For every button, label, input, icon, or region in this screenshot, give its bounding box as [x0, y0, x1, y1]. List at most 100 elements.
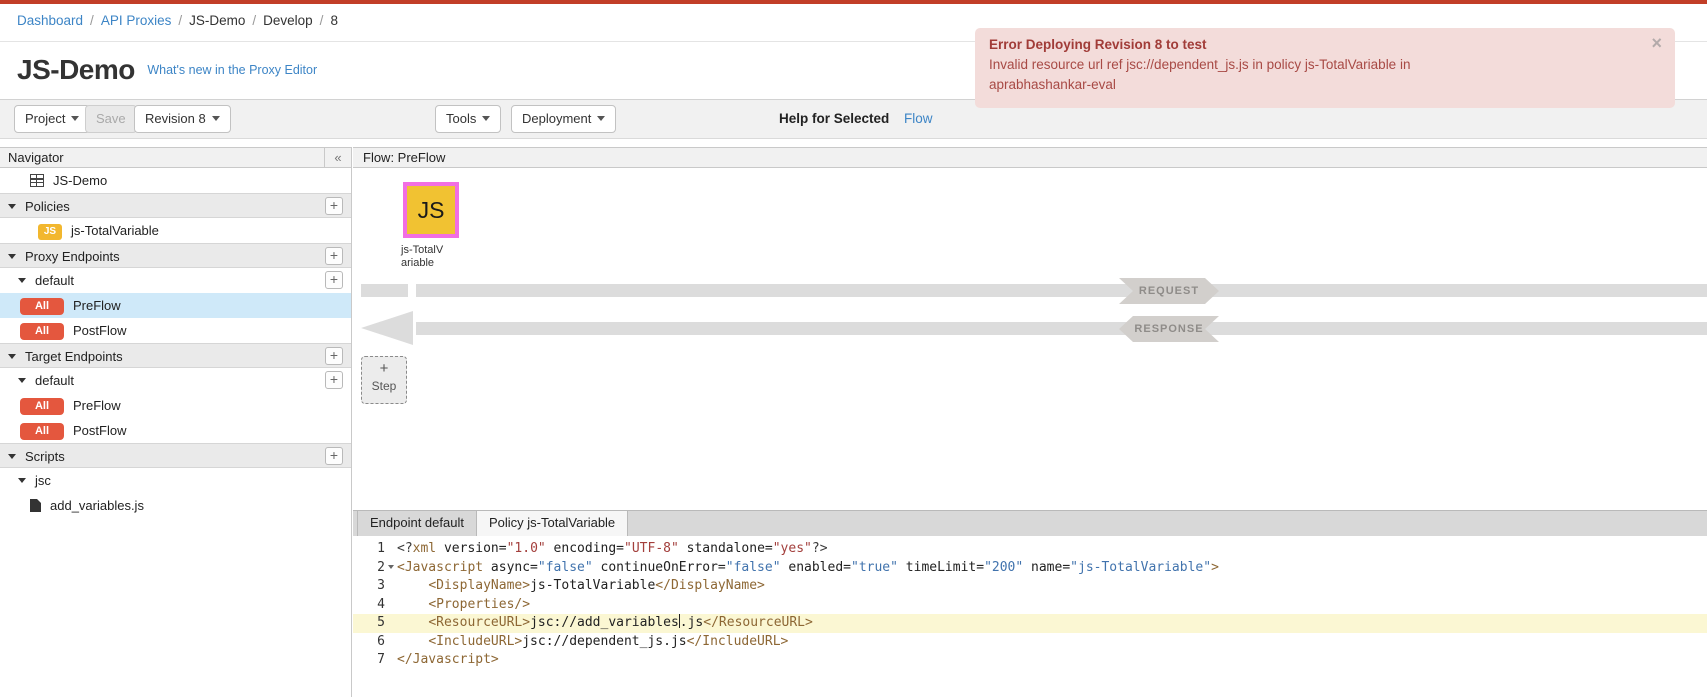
chevron-down-icon: [212, 116, 220, 121]
grid-icon: [30, 174, 44, 187]
sidebar-item-policies[interactable]: Policies +: [0, 193, 351, 218]
sidebar-item-jsc[interactable]: jsc: [0, 468, 351, 493]
code-token: name=: [1023, 560, 1070, 575]
code-token: "1.0": [507, 541, 546, 556]
project-button[interactable]: Project: [14, 105, 90, 133]
code-token: <?: [397, 541, 413, 556]
code-line[interactable]: 3 <DisplayName>js-TotalVariable</Display…: [353, 577, 1707, 596]
sidebar-item-add-variables-js[interactable]: add_variables.js: [0, 493, 351, 518]
fold-arrow-icon[interactable]: [388, 565, 394, 569]
response-label-badge: RESPONSE: [1119, 316, 1219, 342]
plus-icon: +: [362, 357, 406, 378]
code-token: timeLimit=: [898, 560, 984, 575]
sidebar-item-js-demo[interactable]: JS-Demo: [0, 168, 351, 193]
add-button[interactable]: +: [325, 197, 343, 215]
sidebar-item-label: PostFlow: [73, 323, 126, 338]
project-button-label: Project: [25, 111, 65, 126]
sidebar-item-proxy-endpoints[interactable]: Proxy Endpoints+: [0, 243, 351, 268]
code-editor[interactable]: 1<?xml version="1.0" encoding="UTF-8" st…: [353, 536, 1707, 697]
tab-policy-js-totalvariable[interactable]: Policy js-TotalVariable: [477, 511, 628, 536]
save-button[interactable]: Save: [85, 105, 137, 133]
code-token: continueOnError=: [593, 560, 726, 575]
code-token: "200": [984, 560, 1023, 575]
policy-node-js-totalvariable[interactable]: JS: [403, 182, 459, 238]
add-button[interactable]: +: [325, 371, 343, 389]
sidebar-item-scripts[interactable]: Scripts +: [0, 443, 351, 468]
code-token: version=: [436, 541, 506, 556]
policy-node-label: js-TotalV ariable: [401, 244, 465, 270]
request-label-badge: REQUEST: [1119, 278, 1219, 304]
line-number: 6: [359, 633, 385, 652]
deployment-button[interactable]: Deployment: [511, 105, 616, 133]
all-condition-badge: All: [20, 323, 64, 340]
sidebar-item-label: add_variables.js: [50, 498, 144, 513]
triangle-down-icon: [18, 278, 26, 283]
code-token: </DisplayName>: [655, 578, 765, 593]
chevron-down-icon: [71, 116, 79, 121]
code-line[interactable]: 2<Javascript async="false" continueOnErr…: [353, 559, 1707, 578]
code-token: [397, 615, 428, 630]
code-line[interactable]: 6 <IncludeURL>jsc://dependent_js.js</Inc…: [353, 633, 1707, 652]
all-condition-badge: All: [20, 398, 64, 415]
js-policy-icon: JS: [407, 186, 455, 234]
sidebar-item-label: Scripts: [25, 449, 65, 464]
code-line[interactable]: 5 <ResourceURL>jsc://add_variables.js</R…: [353, 614, 1707, 633]
breadcrumb: Dashboard/API Proxies/JS-Demo/Develop/8: [17, 13, 338, 28]
whats-new-link[interactable]: What's new in the Proxy Editor: [147, 63, 317, 77]
add-button[interactable]: +: [325, 447, 343, 465]
code-line[interactable]: 4 <Properties/>: [353, 596, 1707, 615]
sidebar-item-label: PreFlow: [73, 298, 121, 313]
error-alert-title: Error Deploying Revision 8 to test: [989, 37, 1661, 52]
sidebar-item-postflow[interactable]: AllPostFlow: [0, 418, 351, 443]
tab-endpoint-default[interactable]: Endpoint default: [357, 511, 477, 536]
flow-canvas: JS js-TotalV ariable REQUEST RESPONSE + …: [353, 168, 1707, 510]
all-condition-badge: All: [20, 423, 64, 440]
tools-button-label: Tools: [446, 111, 476, 126]
collapse-panel-button[interactable]: «: [324, 147, 351, 168]
close-icon[interactable]: ×: [1651, 33, 1662, 54]
code-token: standalone=: [679, 541, 773, 556]
code-token: [397, 597, 428, 612]
add-step-button[interactable]: + Step: [361, 356, 407, 404]
line-number: 3: [359, 577, 385, 596]
line-number: 4: [359, 596, 385, 615]
tools-button[interactable]: Tools: [435, 105, 501, 133]
sidebar-item-target-endpoints[interactable]: Target Endpoints +: [0, 343, 351, 368]
code-token: "yes": [773, 541, 812, 556]
revision-button[interactable]: Revision 8: [134, 105, 231, 133]
add-button[interactable]: +: [325, 347, 343, 365]
request-arrow-stub: [361, 284, 408, 297]
code-line[interactable]: 7</Javascript>: [353, 651, 1707, 670]
code-token: "js-TotalVariable": [1070, 560, 1211, 575]
breadcrumb-item-js-demo: JS-Demo: [189, 13, 245, 28]
code-token: [397, 578, 428, 593]
sidebar-item-default[interactable]: default+: [0, 368, 351, 393]
breadcrumb-item-api-proxies[interactable]: API Proxies: [101, 13, 172, 28]
breadcrumb-item-dashboard[interactable]: Dashboard: [17, 13, 83, 28]
chevron-down-icon: [482, 116, 490, 121]
error-alert: Error Deploying Revision 8 to test Inval…: [975, 28, 1675, 108]
flow-help-link[interactable]: Flow: [904, 111, 933, 126]
sidebar-item-label: default: [35, 273, 74, 288]
all-condition-badge: All: [20, 298, 64, 315]
help-for-selected-label: Help for Selected: [779, 111, 889, 126]
navigator-title: Navigator: [8, 150, 64, 165]
code-token: <Properties/>: [428, 597, 530, 612]
response-arrow-bar: [416, 322, 1707, 335]
sidebar-item-default[interactable]: default +: [0, 268, 351, 293]
sidebar-item-label: Policies: [25, 199, 70, 214]
sidebar-item-label: js-TotalVariable: [71, 223, 159, 238]
revision-button-label: Revision 8: [145, 111, 206, 126]
code-token: <DisplayName>: [428, 578, 530, 593]
code-line[interactable]: 1<?xml version="1.0" encoding="UTF-8" st…: [353, 540, 1707, 559]
sidebar-item-label: Target Endpoints: [25, 349, 123, 364]
sidebar-item-postflow[interactable]: All PostFlow: [0, 318, 351, 343]
add-button[interactable]: +: [325, 271, 343, 289]
sidebar-item-preflow[interactable]: AllPreFlow: [0, 393, 351, 418]
add-button[interactable]: +: [325, 247, 343, 265]
code-token: <IncludeURL>: [428, 634, 522, 649]
sidebar-item-preflow[interactable]: All PreFlow: [0, 293, 351, 318]
request-arrow-bar: [416, 284, 1707, 297]
title-row: JS-Demo What's new in the Proxy Editor: [17, 54, 317, 86]
sidebar-item-js-totalvariable[interactable]: JSjs-TotalVariable: [0, 218, 351, 243]
